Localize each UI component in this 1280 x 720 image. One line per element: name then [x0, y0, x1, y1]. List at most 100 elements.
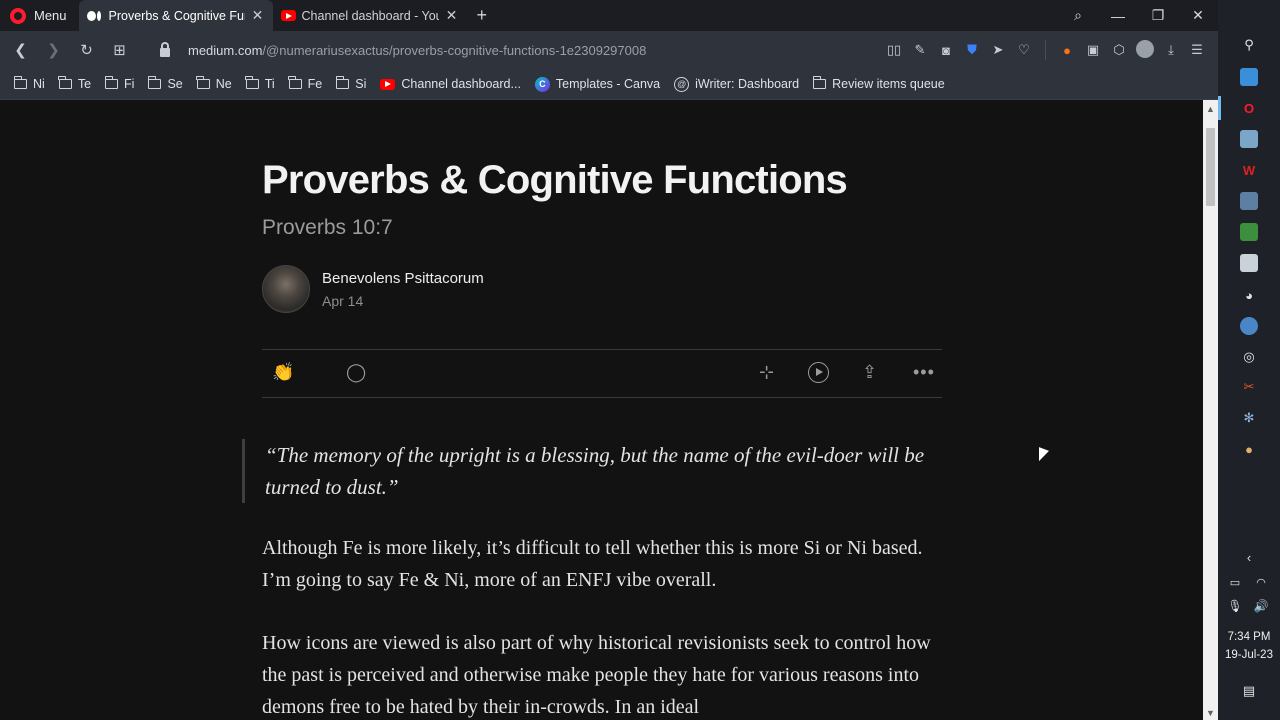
- medium-icon: [86, 10, 103, 21]
- page-content: Proverbs & Cognitive Functions Proverbs …: [0, 100, 1203, 720]
- app-icon[interactable]: ✂: [1240, 378, 1258, 396]
- scroll-up-arrow-icon[interactable]: ▲: [1206, 104, 1215, 114]
- app-icon[interactable]: [1240, 192, 1258, 210]
- bookmark-label: Te: [77, 77, 92, 91]
- scrollbar-thumb[interactable]: [1206, 128, 1215, 206]
- edit-icon[interactable]: ✎: [907, 42, 933, 58]
- bookmark-canva[interactable]: C Templates - Canva: [534, 76, 661, 92]
- calculator-icon[interactable]: [1240, 254, 1258, 272]
- clap-icon[interactable]: 👏: [272, 362, 294, 383]
- bookmark-ne[interactable]: Ne: [196, 76, 232, 91]
- folder-icon: [13, 76, 27, 89]
- app-icon[interactable]: [1240, 68, 1258, 86]
- opera-menu-button[interactable]: Menu: [0, 0, 79, 31]
- author-name[interactable]: Benevolens Psittacorum: [322, 270, 484, 287]
- comment-icon[interactable]: ◯: [346, 362, 366, 383]
- microphone-icon[interactable]: 🎙: [1226, 597, 1244, 615]
- clock-time[interactable]: 7:34 PM: [1218, 631, 1280, 643]
- speaker-icon[interactable]: 🔊: [1252, 597, 1270, 615]
- url-host: medium.com: [188, 42, 263, 58]
- reload-button[interactable]: ↻: [70, 41, 103, 59]
- page-scrollbar[interactable]: ▲ ▼: [1203, 100, 1218, 720]
- restore-button[interactable]: ❐: [1138, 7, 1178, 24]
- profile-avatar[interactable]: [1132, 39, 1158, 61]
- bookmark-label: Ti: [264, 77, 275, 91]
- bookmarks-bar: Ni Te Fi Se Ne Ti Fe Si Channel dashboar…: [0, 69, 1218, 100]
- at-icon: @: [674, 76, 690, 92]
- extension-icon[interactable]: ●: [1054, 43, 1080, 58]
- folder-icon: [245, 76, 259, 89]
- close-window-button[interactable]: ✕: [1178, 7, 1218, 24]
- bookmark-iwriter[interactable]: @ iWriter: Dashboard: [674, 76, 799, 92]
- close-tab-icon[interactable]: ✕: [251, 7, 265, 24]
- bookmark-fe[interactable]: Fe: [288, 76, 322, 91]
- article-quote: “The memory of the upright is a blessing…: [242, 439, 942, 503]
- download-icon[interactable]: ⤓: [1158, 42, 1184, 58]
- extensions-cube-icon[interactable]: ⬡: [1106, 42, 1132, 58]
- article-title: Proverbs & Cognitive Functions: [262, 158, 848, 202]
- url-path: /@numerariusexactus/proverbs-cognitive-f…: [262, 42, 647, 58]
- gimp-icon[interactable]: ◕: [1240, 286, 1258, 304]
- bookmark-label: Review items queue: [832, 77, 945, 91]
- back-button[interactable]: ❮: [4, 41, 37, 59]
- clock-date[interactable]: 19-Jul-23: [1218, 649, 1280, 661]
- search-icon[interactable]: ⚲: [1240, 36, 1258, 54]
- tab-grid-icon[interactable]: ⊞: [103, 41, 136, 59]
- bookmark-label: Templates - Canva: [555, 77, 661, 91]
- easy-setup-icon[interactable]: ☰: [1184, 42, 1210, 58]
- obs-icon[interactable]: ◎: [1240, 348, 1258, 366]
- bookmark-se[interactable]: Se: [147, 76, 183, 91]
- wifi-icon[interactable]: ◠: [1252, 573, 1270, 591]
- scroll-down-arrow-icon[interactable]: ▼: [1206, 708, 1215, 718]
- bookmark-channel-dashboard[interactable]: Channel dashboard...: [380, 77, 521, 91]
- windows-start-icon[interactable]: [1240, 6, 1256, 22]
- bookmark-label: Si: [355, 77, 367, 91]
- share-icon[interactable]: ⇪: [862, 362, 877, 383]
- article-paragraph: Although Fe is more likely, it’s difficu…: [262, 537, 923, 591]
- app-icon[interactable]: ●: [1240, 440, 1258, 458]
- bookmark-review-queue[interactable]: Review items queue: [812, 76, 945, 91]
- search-tabs-icon[interactable]: ⌕: [1058, 7, 1098, 24]
- battery-icon[interactable]: ▭: [1226, 573, 1244, 591]
- tab-medium-article[interactable]: Proverbs & Cognitive Funct ✕: [78, 0, 273, 31]
- bookmark-heart-icon[interactable]: ♡: [1011, 42, 1037, 58]
- bookmark-label: Se: [167, 77, 183, 91]
- article-paragraph: How icons are viewed is also part of why…: [262, 632, 931, 718]
- windows-taskbar: ⚲ O W ◕ ◎ ✂ ✻ ● ‹ ▭ ◠ 🎙 🔊 7:34 PM 19-Jul…: [1218, 0, 1280, 720]
- opera-logo-icon: [10, 7, 26, 24]
- tab-youtube-dashboard[interactable]: Channel dashboard - YouTu ✕: [273, 0, 467, 31]
- bookmark-label: Channel dashboard...: [401, 77, 521, 91]
- window-controls: ⌕ — ❐ ✕: [1058, 0, 1218, 31]
- bookmark-add-icon[interactable]: ⊹: [759, 362, 774, 383]
- bookmark-fi[interactable]: Fi: [104, 76, 134, 91]
- notepad-icon[interactable]: [1240, 130, 1258, 148]
- listen-play-icon[interactable]: [808, 362, 829, 388]
- author-avatar[interactable]: [262, 265, 310, 313]
- wps-office-icon[interactable]: W: [1240, 161, 1258, 179]
- spreadsheet-icon[interactable]: [1240, 223, 1258, 241]
- opera-icon[interactable]: O: [1240, 99, 1258, 117]
- app-icon[interactable]: ✻: [1240, 409, 1258, 427]
- bookmark-ti[interactable]: Ti: [245, 76, 275, 91]
- close-tab-icon[interactable]: ✕: [445, 7, 459, 24]
- bookmark-label: Ni: [33, 77, 45, 91]
- minimize-button[interactable]: —: [1098, 8, 1138, 24]
- bookmark-te[interactable]: Te: [58, 76, 92, 91]
- folder-icon: [147, 76, 162, 89]
- send-icon[interactable]: ➤: [985, 42, 1011, 58]
- snapshot-camera-icon[interactable]: ◙: [933, 43, 959, 58]
- forward-button[interactable]: ❯: [37, 41, 70, 59]
- wallet-icon[interactable]: ▣: [1080, 42, 1106, 58]
- bookmark-si[interactable]: Si: [335, 76, 367, 91]
- notifications-icon[interactable]: ▤: [1240, 682, 1258, 700]
- globe-icon[interactable]: [1240, 317, 1258, 335]
- new-tab-button[interactable]: +: [467, 5, 498, 26]
- bookmark-ni[interactable]: Ni: [13, 76, 45, 91]
- reader-mode-icon[interactable]: ▯▯: [881, 42, 907, 58]
- adblock-shield-icon[interactable]: ⛊: [959, 42, 985, 58]
- publish-date: Apr 14: [322, 292, 364, 309]
- bookmark-label: Ne: [215, 77, 232, 91]
- url-field[interactable]: medium.com/@numerariusexactus/proverbs-c…: [160, 41, 647, 58]
- more-options-icon[interactable]: •••: [913, 362, 935, 383]
- chevron-left-icon[interactable]: ‹: [1240, 548, 1258, 566]
